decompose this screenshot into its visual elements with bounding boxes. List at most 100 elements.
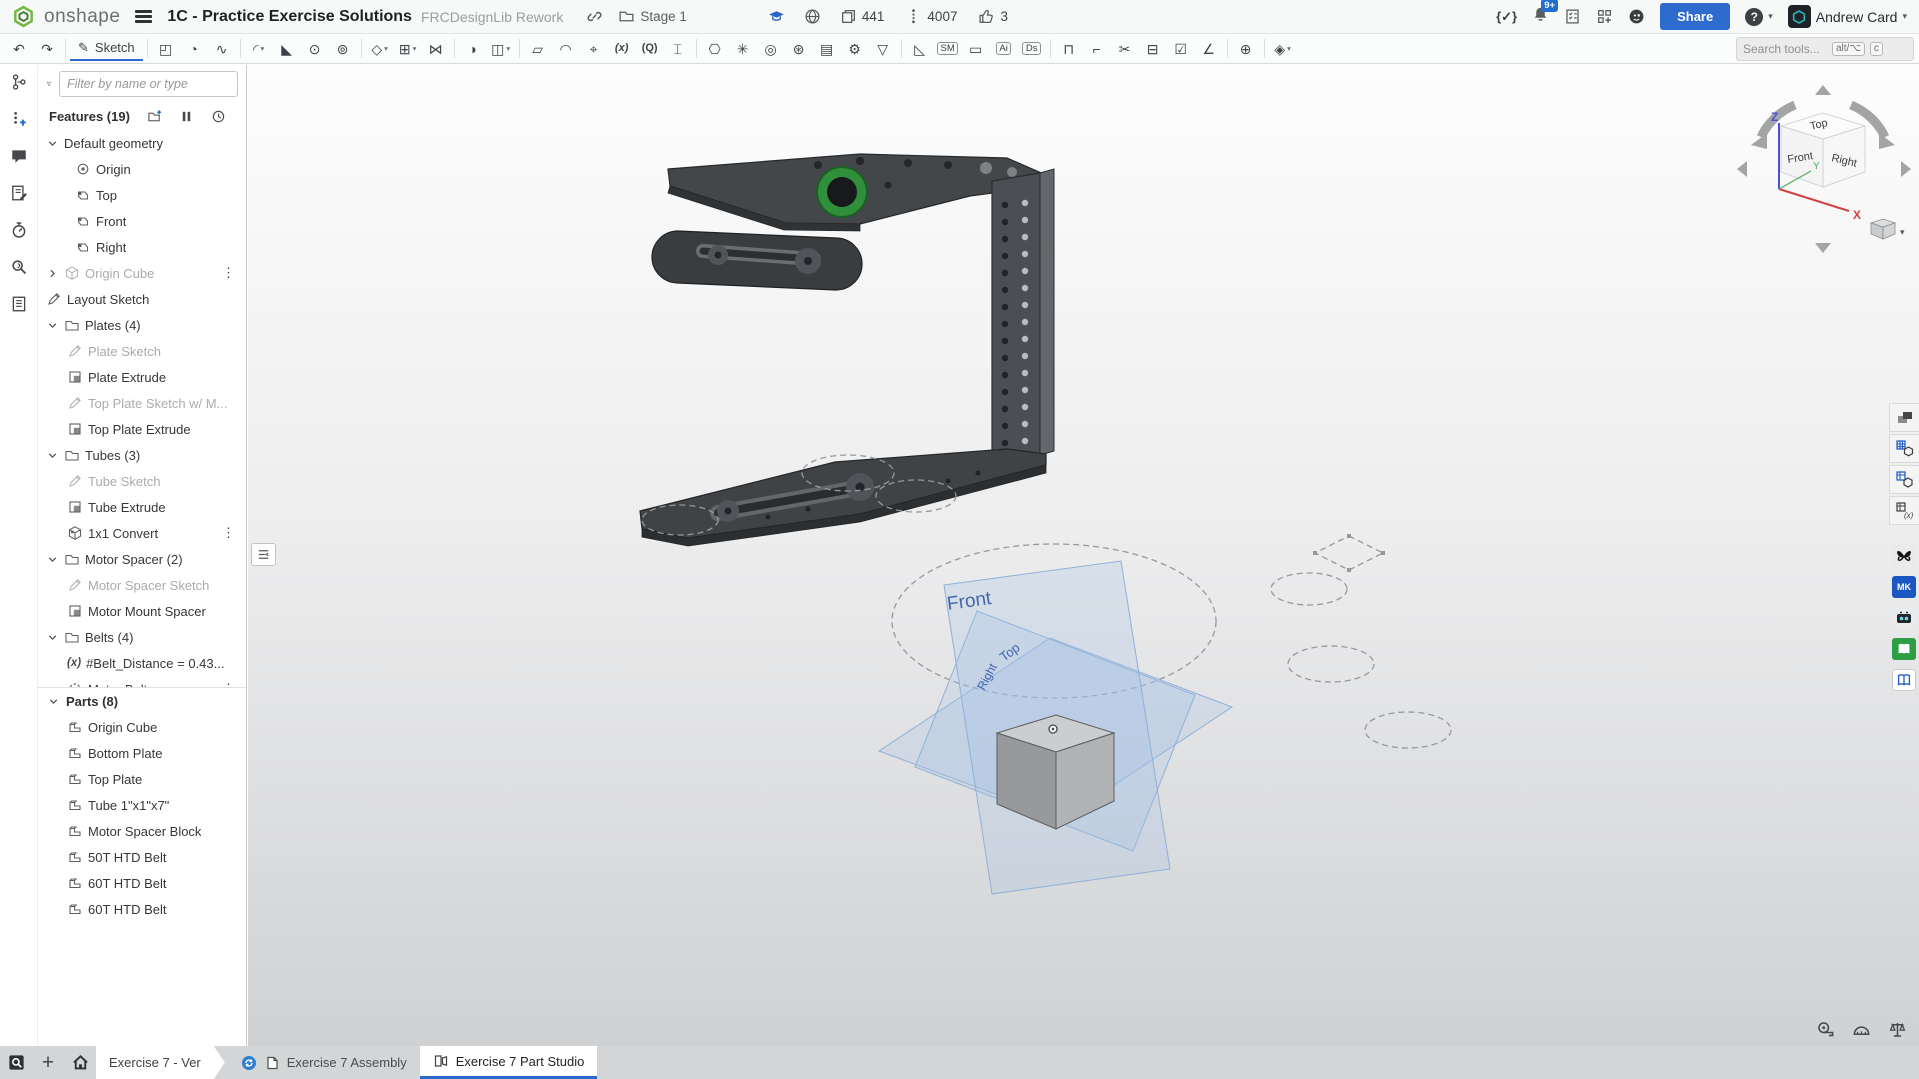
home-button[interactable]	[64, 1046, 96, 1079]
config-variables-button[interactable]	[1889, 496, 1919, 525]
rollback-handle-button[interactable]	[251, 543, 276, 566]
orientation-cube[interactable]: Top Front Right	[1781, 113, 1865, 187]
flatten-button[interactable]: ▭	[962, 36, 990, 61]
sketch-circle[interactable]	[1365, 712, 1451, 748]
split-button[interactable]: ◫▾	[487, 36, 515, 61]
public-globe-icon[interactable]	[804, 8, 821, 25]
chevron-down-icon[interactable]	[46, 553, 59, 566]
view-cube[interactable]: Top Front Right Z X Y ▾	[1733, 83, 1915, 255]
item-menu-icon[interactable]: ⋮	[219, 525, 238, 541]
tutorials-icon[interactable]	[10, 295, 28, 313]
part-item[interactable]: Motor Spacer Block	[38, 818, 246, 844]
variable-button[interactable]: (x)	[608, 36, 636, 61]
part-item[interactable]: 50T HTD Belt	[38, 844, 246, 870]
feature-item[interactable]: Tube Sketch	[38, 468, 246, 494]
filter-input[interactable]	[59, 71, 238, 97]
split-part-button[interactable]: ✂	[1111, 36, 1139, 61]
bracket-model[interactable]	[640, 154, 1054, 546]
design-studio-button[interactable]: Ds	[1018, 36, 1046, 61]
chamfer-button[interactable]: ◣	[273, 36, 301, 61]
link-icon[interactable]	[586, 8, 603, 25]
likes-stat[interactable]: 3	[978, 8, 1008, 25]
feature-item[interactable]: Right	[38, 234, 246, 260]
chevron-down-icon[interactable]	[46, 631, 59, 644]
feature-item[interactable]: (x) #Belt_Distance = 0.43...	[38, 650, 246, 676]
rotate-down-arrow[interactable]	[1815, 243, 1831, 253]
wire-button[interactable]: ∠	[1195, 36, 1223, 61]
feature-item[interactable]: Tube Extrude	[38, 494, 246, 520]
redo-button[interactable]: ↷	[33, 36, 61, 61]
part-item[interactable]: Top Plate	[38, 766, 246, 792]
app-robot-button[interactable]	[1889, 603, 1919, 632]
folder-add-icon[interactable]	[147, 109, 162, 124]
custom-feature-button[interactable]: ◈▾	[1269, 36, 1297, 61]
frame-button[interactable]: ⌶	[664, 36, 692, 61]
help-menu[interactable]: ? ▾	[1745, 8, 1773, 26]
mate-connector-button[interactable]: ⊕	[1232, 36, 1260, 61]
enclose-button[interactable]: ⎔	[701, 36, 729, 61]
search-tools-input[interactable]	[1743, 42, 1827, 56]
bend-button[interactable]: ⌐	[1083, 36, 1111, 61]
filter-tool-button[interactable]: ▽	[869, 36, 897, 61]
pattern-button[interactable]: ⊞▾	[394, 36, 422, 61]
filter-funnel-icon[interactable]	[46, 76, 52, 92]
plane-button[interactable]: ▱	[524, 36, 552, 61]
app-store-icon[interactable]	[1596, 8, 1613, 25]
sketch-rectangle[interactable]	[1313, 534, 1385, 572]
document-menu-icon[interactable]	[135, 10, 152, 23]
feature-item[interactable]: Front	[38, 208, 246, 234]
feature-item[interactable]: Origin	[38, 156, 246, 182]
feature-item[interactable]: Top	[38, 182, 246, 208]
tab-version[interactable]: Exercise 7 - Ver	[96, 1046, 225, 1079]
sketch-button[interactable]: ✎ Sketch	[70, 36, 143, 61]
chevron-down-icon[interactable]	[46, 449, 59, 462]
rollback-end-icon[interactable]	[211, 109, 226, 124]
part-item[interactable]: Bottom Plate	[38, 740, 246, 766]
helix-button[interactable]: ◠	[552, 36, 580, 61]
sprocket-button[interactable]: ✳	[729, 36, 757, 61]
notifications-button[interactable]: 9+	[1532, 6, 1549, 28]
extrude-button[interactable]: ◰	[152, 36, 180, 61]
fillet-button[interactable]: ◜▾	[245, 36, 273, 61]
app-mk-button[interactable]: MK	[1889, 572, 1919, 601]
feature-item[interactable]: Motor Belt ⋮	[38, 676, 246, 687]
chevron-down-icon[interactable]	[46, 319, 59, 332]
feature-item[interactable]: Origin Cube ⋮	[38, 260, 246, 286]
thicken-button[interactable]: ⊓	[1055, 36, 1083, 61]
part-item[interactable]: 60T HTD Belt	[38, 896, 246, 922]
part-item[interactable]: Tube 1"x1"x7"	[38, 792, 246, 818]
boolean-button[interactable]: ◑	[459, 36, 487, 61]
configured-features-button[interactable]	[1889, 465, 1919, 494]
follow-mode-icon[interactable]	[10, 110, 28, 128]
pause-rebuild-icon[interactable]	[179, 109, 194, 124]
graphics-viewport[interactable]: Front Top Right	[248, 65, 1919, 1046]
feature-item[interactable]: Default geometry	[38, 130, 246, 156]
gear-generator-button[interactable]: ⊛	[785, 36, 813, 61]
featurescript-notices-icon[interactable]: {✓}	[1496, 9, 1517, 25]
copies-stat[interactable]: 441	[840, 8, 885, 25]
sketch-circle[interactable]	[1271, 573, 1347, 605]
feature-item[interactable]: Plate Extrude	[38, 364, 246, 390]
thread-button[interactable]: ⊚	[329, 36, 357, 61]
mass-properties-icon[interactable]	[1888, 1020, 1907, 1039]
hole-button[interactable]: ⊙	[301, 36, 329, 61]
chevron-right-icon[interactable]	[46, 267, 59, 280]
feature-item[interactable]: Motor Mount Spacer	[38, 598, 246, 624]
community-icon[interactable]	[1628, 8, 1645, 25]
feature-item[interactable]: 1x1 Convert ⋮	[38, 520, 246, 546]
item-menu-icon[interactable]: ⋮	[219, 265, 238, 281]
share-button[interactable]: Share	[1660, 3, 1730, 30]
comments-icon[interactable]	[10, 147, 28, 165]
tasks-icon[interactable]	[1564, 8, 1581, 25]
feature-item[interactable]: Top Plate Extrude	[38, 416, 246, 442]
rotate-left-arrow[interactable]	[1737, 161, 1747, 177]
versions-stat[interactable]: 4007	[905, 8, 957, 25]
sweep-button[interactable]: ∿	[208, 36, 236, 61]
undo-button[interactable]: ↶	[5, 36, 33, 61]
tape-measure-icon[interactable]	[1816, 1020, 1835, 1039]
sheet-metal-button[interactable]: ◺	[906, 36, 934, 61]
view-options-button[interactable]: ▾	[1871, 219, 1905, 239]
ai-tool-button[interactable]: Ai	[990, 36, 1018, 61]
settings-gear-button[interactable]: ⚙	[841, 36, 869, 61]
app-green-book-button[interactable]	[1889, 634, 1919, 663]
